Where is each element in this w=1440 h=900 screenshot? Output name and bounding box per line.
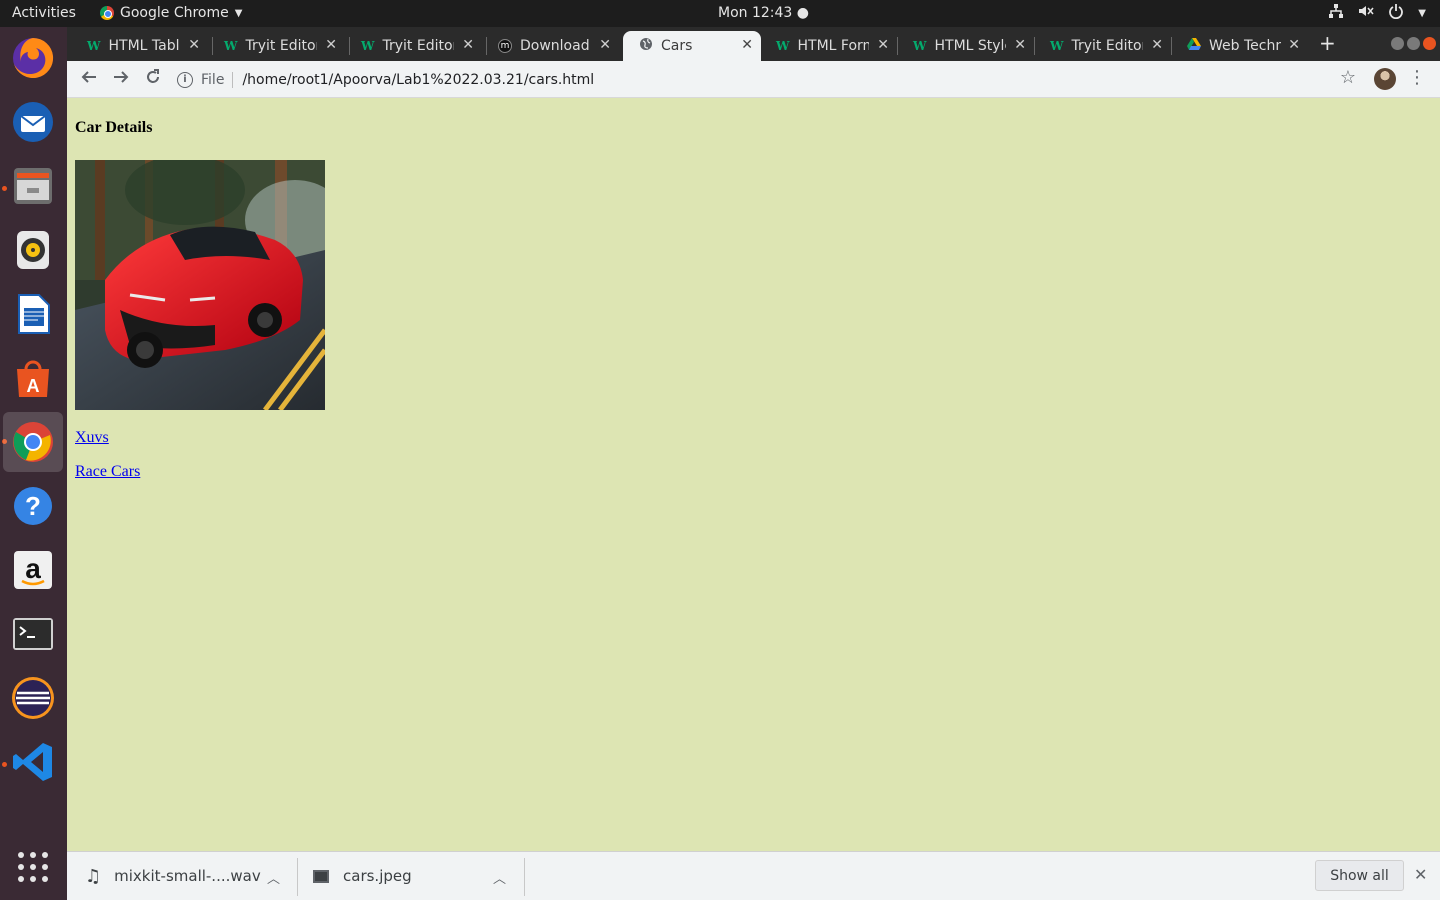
rhythmbox-icon[interactable]	[8, 225, 58, 275]
tab-download[interactable]: m Download ✕	[482, 31, 619, 61]
tab-web-technology[interactable]: Web Technology ✕	[1171, 31, 1308, 61]
chevron-down-icon: ▼	[1418, 7, 1426, 19]
download-shelf: ♫ mixkit-small-....wav ︿ cars.jpeg ︿ Sho…	[67, 851, 1440, 900]
tab-cars[interactable]: Cars ✕	[623, 31, 761, 61]
mixkit-icon: m	[498, 39, 512, 53]
tab-tryit-editor[interactable]: W Tryit Editor ✕	[1034, 31, 1171, 61]
w3schools-icon: W	[776, 39, 790, 53]
close-tab-icon[interactable]: ✕	[877, 37, 889, 53]
google-drive-icon	[1187, 37, 1201, 55]
arrow-left-icon	[81, 71, 96, 83]
race-cars-link[interactable]: Race Cars	[75, 463, 140, 481]
software-center-icon[interactable]: A	[8, 353, 58, 403]
firefox-icon[interactable]	[8, 33, 58, 83]
thunderbird-icon[interactable]	[8, 97, 58, 147]
maximize-button[interactable]	[1407, 37, 1420, 50]
image-file-icon	[313, 869, 329, 883]
tab-tryit-editor[interactable]: W Tryit Editor ✕	[345, 31, 482, 61]
close-tab-icon[interactable]: ✕	[599, 37, 611, 53]
close-window-button[interactable]	[1423, 37, 1436, 50]
network-icon	[1328, 3, 1344, 23]
download-filename: mixkit-small-....wav	[114, 867, 261, 885]
amazon-icon[interactable]: a	[8, 545, 58, 595]
help-icon[interactable]: ?	[8, 481, 58, 531]
browser-toolbar: i File /home/root1/Apoorva/Lab1%2022.03.…	[67, 61, 1440, 98]
close-tab-icon[interactable]: ✕	[462, 37, 474, 53]
w3schools-icon: W	[361, 39, 375, 53]
xuvs-link[interactable]: Xuvs	[75, 429, 109, 447]
close-tab-icon[interactable]: ✕	[741, 37, 753, 53]
clock[interactable]: Mon 12:43 ●	[718, 5, 809, 21]
tab-tryit-editor[interactable]: W Tryit Editor ✕	[208, 31, 345, 61]
close-tab-icon[interactable]: ✕	[188, 37, 200, 53]
chevron-down-icon: ▼	[234, 7, 243, 19]
reload-icon	[147, 69, 159, 83]
w3schools-icon: W	[913, 39, 927, 53]
chrome-icon	[100, 6, 114, 20]
music-note-icon: ♫	[85, 865, 102, 887]
scheme-label: File	[201, 71, 234, 88]
tab-strip: W HTML Tables ✕ W Tryit Editor ✕ W Tryit…	[67, 27, 1440, 61]
minimize-button[interactable]	[1391, 37, 1404, 50]
download-item[interactable]: cars.jpeg ︿	[313, 852, 525, 900]
url-text[interactable]: /home/root1/Apoorva/Lab1%2022.03.21/cars…	[242, 72, 594, 88]
bookmark-star-icon[interactable]: ☆	[1340, 67, 1356, 88]
volume-muted-icon	[1358, 3, 1374, 23]
reload-button[interactable]	[142, 69, 164, 90]
address-bar[interactable]: i File /home/root1/Apoorva/Lab1%2022.03.…	[177, 65, 1363, 94]
eclipse-icon[interactable]	[8, 673, 58, 723]
more-menu-icon[interactable]: ⋮	[1408, 67, 1426, 88]
chevron-up-icon[interactable]: ︿	[493, 868, 506, 887]
forward-button[interactable]	[110, 69, 132, 90]
terminal-icon[interactable]	[8, 609, 58, 659]
chevron-up-icon[interactable]: ︿	[267, 868, 280, 887]
globe-icon	[639, 37, 653, 55]
profile-avatar[interactable]	[1374, 68, 1396, 90]
show-applications-icon[interactable]	[8, 842, 58, 892]
close-icon[interactable]: ✕	[1414, 865, 1427, 884]
top-panel: Activities Google Chrome ▼ Mon 12:43 ● ▼	[0, 0, 1440, 27]
tab-html-tables[interactable]: W HTML Tables ✕	[71, 31, 208, 61]
power-icon	[1388, 3, 1404, 23]
window-controls	[1391, 37, 1436, 50]
tab-html-styles[interactable]: W HTML Styles ✕	[897, 31, 1034, 61]
dock: A ? a	[0, 27, 67, 900]
vscode-icon[interactable]	[8, 737, 58, 787]
svg-text:a: a	[25, 553, 41, 584]
back-button[interactable]	[78, 69, 100, 90]
app-menu-label: Google Chrome	[120, 5, 229, 21]
activities-button[interactable]: Activities	[12, 5, 76, 21]
tab-html-forms[interactable]: W HTML Forms ✕	[760, 31, 897, 61]
close-tab-icon[interactable]: ✕	[1151, 37, 1163, 53]
files-icon[interactable]	[8, 161, 58, 211]
w3schools-icon: W	[224, 39, 238, 53]
svg-text:A: A	[27, 376, 40, 396]
close-tab-icon[interactable]: ✕	[325, 37, 337, 53]
app-menu[interactable]: Google Chrome ▼	[100, 5, 242, 21]
page-content: Car Details Xuvs Race Cars	[67, 98, 1440, 851]
download-filename: cars.jpeg	[343, 867, 412, 885]
w3schools-icon: W	[1050, 39, 1064, 53]
arrow-right-icon	[114, 71, 129, 83]
new-tab-button[interactable]: +	[1319, 31, 1336, 55]
chrome-icon[interactable]	[3, 412, 63, 472]
page-heading: Car Details	[75, 119, 153, 136]
car-image	[75, 160, 325, 410]
download-item[interactable]: ♫ mixkit-small-....wav ︿	[85, 852, 297, 900]
info-icon[interactable]: i	[177, 71, 193, 88]
close-tab-icon[interactable]: ✕	[1288, 37, 1300, 53]
system-tray[interactable]: ▼	[1328, 3, 1426, 23]
libreoffice-writer-icon[interactable]	[8, 289, 58, 339]
close-tab-icon[interactable]: ✕	[1014, 37, 1026, 53]
show-all-button[interactable]: Show all	[1315, 860, 1404, 891]
w3schools-icon: W	[87, 39, 101, 53]
svg-text:?: ?	[25, 491, 41, 521]
